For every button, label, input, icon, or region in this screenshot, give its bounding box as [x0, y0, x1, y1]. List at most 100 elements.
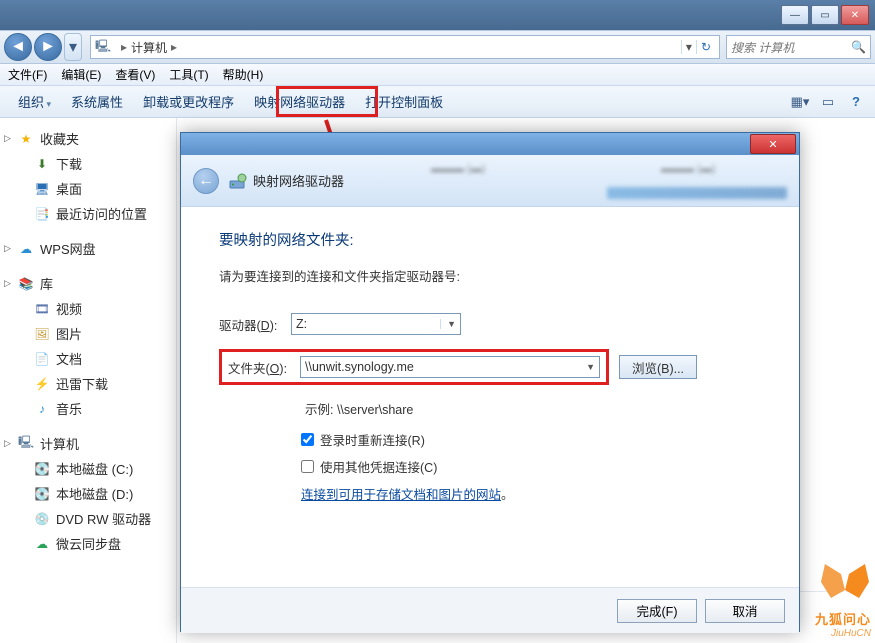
view-mode-icon[interactable]: ▦▾: [789, 91, 811, 113]
watermark: 九狐问心 JiuHuCN: [815, 560, 871, 639]
organize-button[interactable]: 组织: [8, 88, 61, 115]
drive-value: Z:: [296, 317, 307, 331]
music-icon: ♪: [34, 401, 50, 417]
hdd-icon: 💽: [34, 486, 50, 502]
sidebar-item-recent[interactable]: 📑最近访问的位置: [0, 201, 176, 226]
preview-pane-icon[interactable]: ▭: [817, 91, 839, 113]
chevron-down-icon: ▼: [440, 319, 456, 329]
dvd-icon: 💿: [34, 511, 50, 527]
folder-row: 文件夹(O): \\unwit.synology.me ▼ 浏览(B)...: [219, 349, 767, 385]
uninstall-programs-button[interactable]: 卸载或更改程序: [133, 88, 244, 115]
map-network-drive-button[interactable]: 映射网络驱动器: [244, 88, 355, 115]
link-row: 连接到可用于存储文档和图片的网站。: [301, 484, 767, 503]
map-network-drive-dialog: ✕ ← 映射网络驱动器 ▬▬▬ (▬) ▬▬▬ (▬) 要映射的网络文件夹: 请…: [180, 132, 800, 632]
nav-history-button[interactable]: ▾: [64, 33, 82, 61]
reconnect-label: 登录时重新连接(R): [320, 430, 425, 449]
finish-button[interactable]: 完成(F): [617, 599, 697, 623]
sidebar-item-music[interactable]: ♪音乐: [0, 396, 176, 421]
cancel-button[interactable]: 取消: [705, 599, 785, 623]
pictures-icon: 🖼: [34, 326, 50, 342]
cloud-sync-icon: ☁: [34, 536, 50, 552]
sidebar-item-videos[interactable]: 🎞视频: [0, 296, 176, 321]
menu-file[interactable]: 文件(F): [8, 66, 47, 83]
othercred-checkbox-row: 使用其他凭据连接(C): [301, 457, 767, 476]
window-titlebar: — ▭ ✕: [0, 0, 875, 30]
search-placeholder: 搜索 计算机: [731, 39, 794, 56]
browse-button[interactable]: 浏览(B)...: [619, 355, 697, 379]
command-bar: 组织 系统属性 卸载或更改程序 映射网络驱动器 打开控制面板 ▦▾ ▭ ?: [0, 86, 875, 118]
sidebar-item-cloud-sync[interactable]: ☁微云同步盘: [0, 531, 176, 556]
sidebar-libraries-header[interactable]: ▷📚库: [0, 271, 176, 296]
drive-select[interactable]: Z: ▼: [291, 313, 461, 335]
nav-bar: ◄ ► ▾ 🖳 ▸ 计算机 ▸ ▾ ↻ 搜索 计算机 🔍: [0, 30, 875, 64]
minimize-button[interactable]: —: [781, 5, 809, 25]
sidebar-item-pictures[interactable]: 🖼图片: [0, 321, 176, 346]
network-drive-icon: [229, 172, 247, 190]
sidebar-item-documents[interactable]: 📄文档: [0, 346, 176, 371]
dialog-title-text: 映射网络驱动器: [253, 171, 344, 190]
sidebar-wps-header[interactable]: ▷☁WPS网盘: [0, 236, 176, 261]
dialog-close-button[interactable]: ✕: [750, 134, 796, 154]
documents-icon: 📄: [34, 351, 50, 367]
desktop-icon: 🖥: [34, 181, 50, 197]
computer-icon: 🖳: [18, 436, 34, 452]
dialog-description: 请为要连接到的连接和文件夹指定驱动器号:: [219, 266, 767, 285]
breadcrumb-computer[interactable]: 计算机: [131, 39, 167, 56]
reconnect-checkbox[interactable]: [301, 433, 314, 446]
sidebar-item-drive-d[interactable]: 💽本地磁盘 (D:): [0, 481, 176, 506]
search-input[interactable]: 搜索 计算机 🔍: [726, 35, 871, 59]
dialog-heading: 要映射的网络文件夹:: [219, 229, 767, 250]
address-dropdown-icon[interactable]: ▾: [681, 40, 696, 54]
othercred-checkbox[interactable]: [301, 460, 314, 473]
annotation-highlight-folder: 文件夹(O): \\unwit.synology.me ▼: [219, 349, 609, 385]
watermark-text: 九狐问心: [815, 609, 871, 628]
sidebar-computer-header[interactable]: ▷🖳计算机: [0, 431, 176, 456]
sidebar-favorites-header[interactable]: ▷★收藏夹: [0, 126, 176, 151]
sidebar-item-thunder[interactable]: ⚡迅雷下载: [0, 371, 176, 396]
dialog-titlebar[interactable]: ✕: [181, 133, 799, 155]
sidebar-item-drive-c[interactable]: 💽本地磁盘 (C:): [0, 456, 176, 481]
computer-icon: 🖳: [95, 39, 111, 55]
forward-button[interactable]: ►: [34, 33, 62, 61]
recent-icon: 📑: [34, 206, 50, 222]
sidebar-item-downloads[interactable]: ⬇下载: [0, 151, 176, 176]
open-control-panel-button[interactable]: 打开控制面板: [355, 88, 453, 115]
menu-edit[interactable]: 编辑(E): [61, 66, 101, 83]
dialog-body: 要映射的网络文件夹: 请为要连接到的连接和文件夹指定驱动器号: 驱动器(D): …: [181, 207, 799, 587]
nav-pane: ▷★收藏夹 ⬇下载 🖥桌面 📑最近访问的位置 ▷☁WPS网盘 ▷📚库 🎞视频 🖼…: [0, 118, 177, 643]
sidebar-item-dvd[interactable]: 💿DVD RW 驱动器: [0, 506, 176, 531]
chevron-right-icon: ▸: [121, 40, 127, 54]
sidebar-item-desktop[interactable]: 🖥桌面: [0, 176, 176, 201]
hdd-icon: 💽: [34, 461, 50, 477]
reconnect-checkbox-row: 登录时重新连接(R): [301, 430, 767, 449]
refresh-icon[interactable]: ↻: [696, 40, 715, 54]
maximize-button[interactable]: ▭: [811, 5, 839, 25]
library-icon: 📚: [18, 276, 34, 292]
favorites-icon: ★: [18, 131, 34, 147]
video-icon: 🎞: [34, 301, 50, 317]
example-text: 示例: \\server\share: [305, 399, 767, 418]
folder-input[interactable]: \\unwit.synology.me ▼: [300, 356, 600, 378]
drive-label: 驱动器(D):: [219, 315, 291, 334]
menu-tools[interactable]: 工具(T): [169, 66, 208, 83]
connect-website-link[interactable]: 连接到可用于存储文档和图片的网站: [301, 488, 501, 502]
close-button[interactable]: ✕: [841, 5, 869, 25]
chevron-down-icon: ▼: [586, 362, 595, 372]
address-bar[interactable]: 🖳 ▸ 计算机 ▸ ▾ ↻: [90, 35, 720, 59]
dialog-back-button[interactable]: ←: [193, 168, 219, 194]
search-icon: 🔍: [851, 40, 866, 54]
dialog-footer: 完成(F) 取消: [181, 587, 799, 633]
folder-label: 文件夹(O):: [228, 358, 300, 377]
thunder-icon: ⚡: [34, 376, 50, 392]
menu-bar: 文件(F) 编辑(E) 查看(V) 工具(T) 帮助(H): [0, 64, 875, 86]
othercred-label: 使用其他凭据连接(C): [320, 457, 437, 476]
back-button[interactable]: ◄: [4, 33, 32, 61]
cloud-icon: ☁: [18, 241, 34, 257]
drive-row: 驱动器(D): Z: ▼: [219, 313, 767, 335]
menu-view[interactable]: 查看(V): [115, 66, 155, 83]
menu-help[interactable]: 帮助(H): [223, 66, 264, 83]
chevron-right-icon: ▸: [171, 40, 177, 54]
help-icon[interactable]: ?: [845, 91, 867, 113]
fox-logo-icon: [819, 560, 871, 604]
system-properties-button[interactable]: 系统属性: [61, 88, 133, 115]
